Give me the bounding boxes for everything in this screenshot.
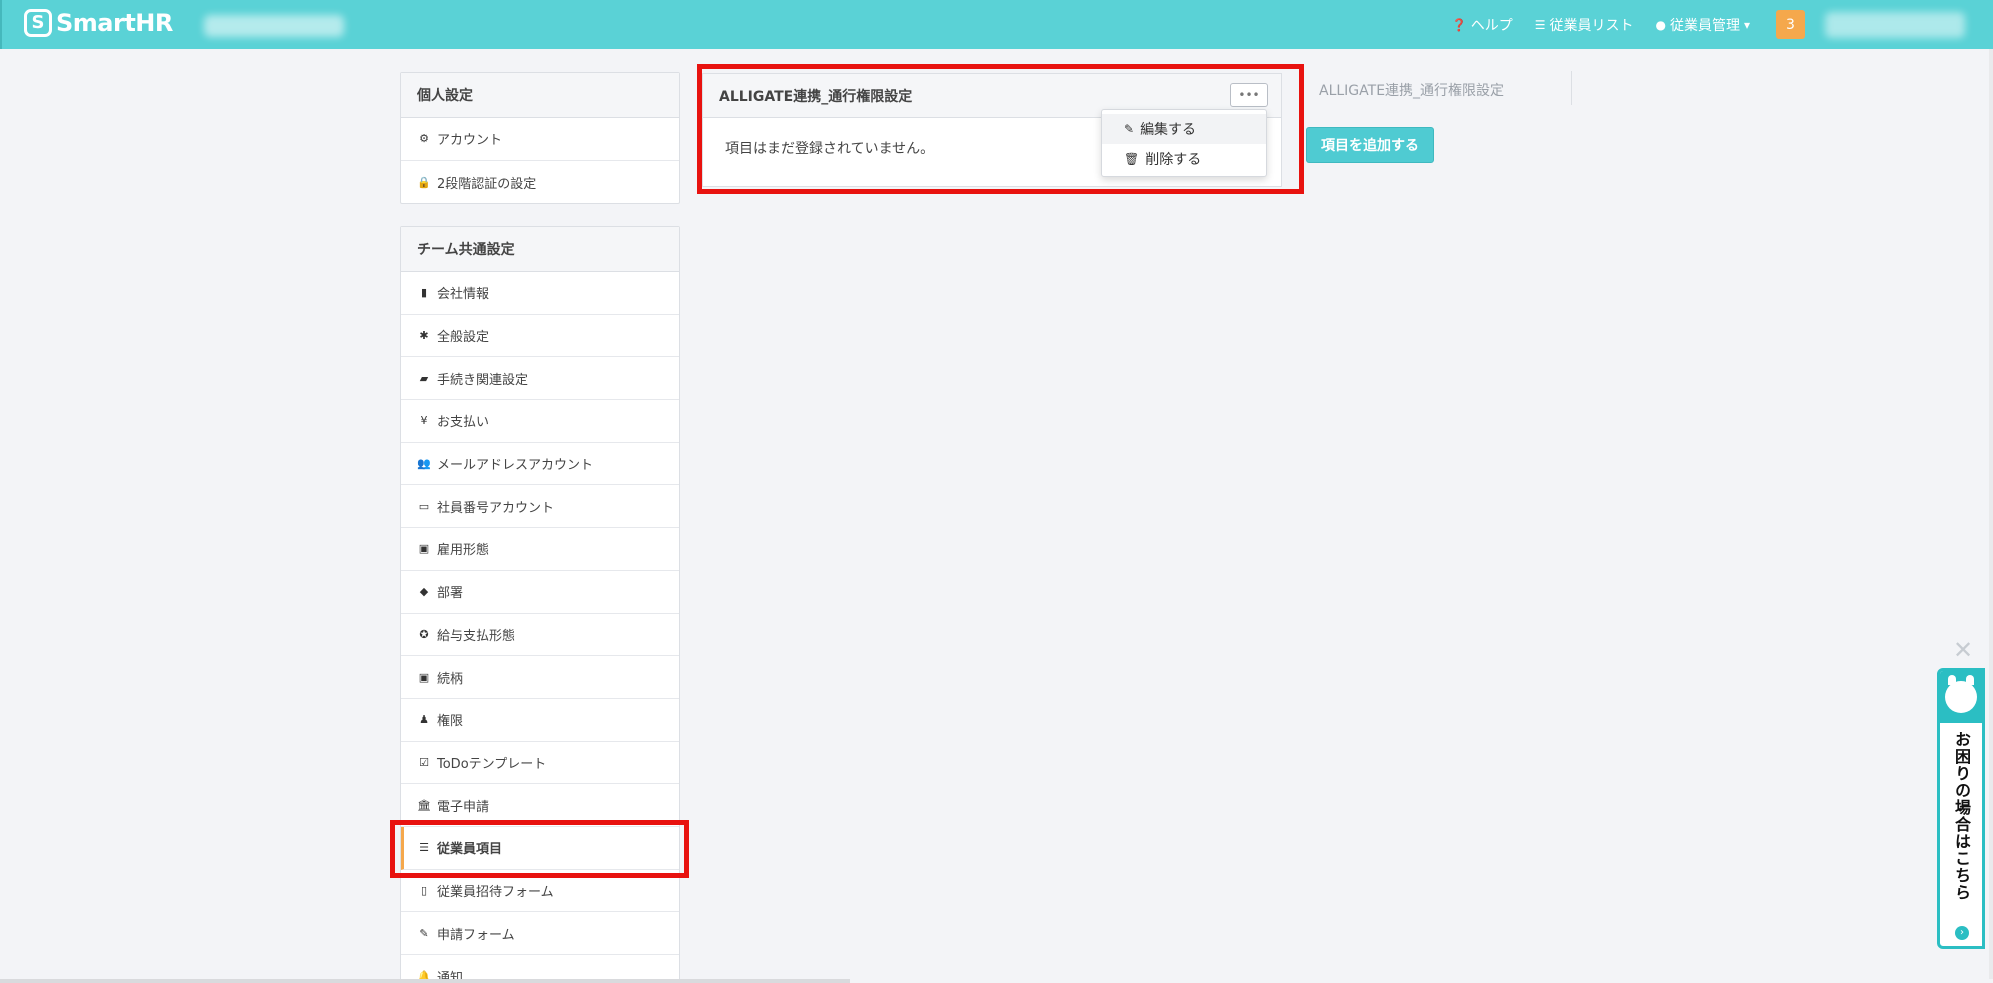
sidebar-item-label: お支払い: [437, 415, 490, 431]
user-key-icon: ♟: [419, 713, 429, 727]
delete-menu-item[interactable]: 🗑 削除する: [1102, 144, 1266, 174]
team-settings-title: チーム共通設定: [401, 227, 679, 272]
sidebar-item-payment[interactable]: ¥ お支払い: [401, 400, 679, 443]
sidebar-item-label: 会社情報: [437, 287, 490, 303]
sidebar-item-label: 従業員招待フォーム: [437, 884, 554, 900]
file-icon: ▯: [420, 883, 428, 897]
sidebar-item-email-accounts[interactable]: 👥 メールアドレスアカウント: [401, 443, 679, 486]
sidebar-item-two-factor[interactable]: 🔒 2段階認証の設定: [401, 161, 679, 204]
caret-down-icon: ▾: [1743, 17, 1750, 32]
sidebar-item-account[interactable]: ⚙ アカウント: [401, 118, 679, 161]
list-icon: ☰: [1534, 17, 1546, 32]
employee-management-label: 従業員管理: [1669, 17, 1740, 34]
help-link[interactable]: ❓ ヘルプ: [1452, 15, 1513, 35]
sidebar-item-invite-form[interactable]: ▯ 従業員招待フォーム: [401, 870, 679, 913]
help-widget[interactable]: お困りの場合はこちら ›: [1937, 668, 1985, 949]
sidebar-item-employment-type[interactable]: ▣ 雇用形態: [401, 528, 679, 571]
sidebar-item-label: 続柄: [437, 671, 464, 687]
help-widget-text: お困りの場合はこちら: [1952, 731, 1971, 901]
sidebar-item-e-application[interactable]: 🏛 電子申請: [401, 784, 679, 827]
options-dropdown-menu: ✎ 編集する 🗑 削除する: [1101, 109, 1267, 177]
user-icon: ●: [1655, 17, 1666, 32]
personal-settings-panel: 個人設定 ⚙ アカウント 🔒 2段階認証の設定: [400, 72, 680, 205]
smarthr-logo[interactable]: S SmartHR: [24, 9, 173, 37]
logo-mark-icon: S: [24, 9, 52, 37]
sidebar-item-label: 申請フォーム: [437, 927, 515, 943]
book-icon: ▰: [419, 371, 429, 385]
id-card-icon: ▭: [418, 499, 430, 513]
sidebar-item-general[interactable]: ✱ 全般設定: [401, 315, 679, 358]
edit-icon: ✎: [1124, 122, 1135, 136]
close-icon[interactable]: ✕: [1951, 638, 1975, 662]
employee-management-menu[interactable]: ● 従業員管理 ▾: [1655, 15, 1754, 35]
tags-icon: ◆: [419, 585, 429, 599]
sidebar-item-label: 2段階認証の設定: [437, 176, 537, 192]
help-widget-header: [1940, 671, 1982, 723]
sidebar-item-departments[interactable]: ◆ 部署: [401, 571, 679, 614]
building-icon: ▮: [420, 286, 428, 300]
sidebar-item-salary-type[interactable]: ✪ 給与支払形態: [401, 614, 679, 657]
tab-divider: [1571, 71, 1572, 105]
edit-label: 編集する: [1140, 122, 1197, 138]
help-label: ヘルプ: [1470, 17, 1513, 34]
users-icon: 👥: [417, 457, 431, 471]
sidebar-item-company-info[interactable]: ▮ 会社情報: [401, 272, 679, 315]
sidebar-item-label: 権限: [437, 714, 464, 730]
portrait-icon: ▣: [418, 670, 430, 684]
checkbox-icon: ☑: [419, 755, 429, 769]
sidebar-item-application-form[interactable]: ✎ 申請フォーム: [401, 912, 679, 955]
sidebar-item-label: 社員番号アカウント: [437, 500, 555, 516]
ellipsis-icon: •••: [1238, 88, 1260, 102]
employee-list-link[interactable]: ☰ 従業員リスト: [1535, 15, 1634, 35]
sidebar-item-todo-templates[interactable]: ☑ ToDoテンプレート: [401, 742, 679, 785]
gear-icon: ⚙: [419, 132, 429, 146]
file-edit-icon: ✎: [419, 926, 429, 940]
sidebar-item-label: 全般設定: [437, 330, 490, 346]
team-settings-panel: チーム共通設定 ▮ 会社情報 ✱ 全般設定 ▰ 手続き関連設定 ¥ お支払い 👥…: [400, 226, 680, 983]
horizontal-scrollbar[interactable]: [0, 979, 850, 983]
delete-label: 削除する: [1145, 152, 1202, 168]
top-navbar: S SmartHR ❓ ヘルプ ☰ 従業員リスト ● 従業員管理 ▾ 3: [0, 0, 1993, 49]
sidebar-item-procedures[interactable]: ▰ 手続き関連設定: [401, 357, 679, 401]
sidebar-item-label: 手続き関連設定: [437, 372, 529, 388]
vertical-scrollbar[interactable]: [1989, 49, 1993, 979]
institution-icon: 🏛: [417, 798, 431, 812]
question-circle-icon: ❓: [1451, 17, 1467, 32]
add-field-button[interactable]: 項目を追加する: [1306, 127, 1434, 163]
sidebar-item-label: 部署: [437, 586, 464, 602]
sidebar-item-label: 給与支払形態: [437, 628, 516, 644]
lock-icon: 🔒: [417, 175, 431, 189]
company-name-redacted: [204, 15, 344, 37]
sidebar-item-label: 電子申請: [437, 799, 490, 815]
sidebar-item-employee-fields[interactable]: ☰ 従業員項目: [401, 826, 679, 870]
sidebar-item-label: メールアドレスアカウント: [437, 458, 594, 474]
sidebar-item-relationship[interactable]: ▣ 続柄: [401, 656, 679, 699]
chevron-right-icon: ›: [1955, 926, 1969, 940]
notification-badge[interactable]: 3: [1776, 10, 1805, 39]
sidebar-item-permissions[interactable]: ♟ 権限: [401, 699, 679, 742]
sidebar-item-employee-number-accounts[interactable]: ▭ 社員番号アカウント: [401, 485, 679, 529]
personal-settings-title: 個人設定: [401, 73, 679, 118]
logo-text: SmartHR: [56, 9, 173, 37]
trash-icon: 🗑: [1124, 152, 1140, 166]
yen-icon: ¥: [420, 414, 428, 428]
sidebar-item-label: アカウント: [437, 133, 503, 149]
goat-mascot-icon: [1945, 675, 1977, 713]
badge-icon: ▣: [418, 542, 430, 556]
sidebar-item-label: 従業員項目: [437, 842, 503, 858]
edit-menu-item[interactable]: ✎ 編集する: [1102, 114, 1266, 144]
employee-list-label: 従業員リスト: [1549, 17, 1634, 34]
tab-field-group[interactable]: ALLIGATE連携_通行権限設定: [1319, 80, 1504, 100]
more-options-button[interactable]: •••: [1230, 83, 1268, 107]
list-icon: ☰: [419, 841, 429, 855]
asterisk-icon: ✱: [419, 329, 429, 343]
money-icon: ✪: [419, 627, 429, 641]
sidebar-item-label: ToDoテンプレート: [437, 756, 547, 772]
header-nav: ❓ ヘルプ ☰ 従業員リスト ● 従業員管理 ▾ 3: [1452, 0, 1993, 49]
user-name-redacted[interactable]: [1825, 11, 1965, 38]
sidebar-item-label: 雇用形態: [437, 543, 490, 559]
